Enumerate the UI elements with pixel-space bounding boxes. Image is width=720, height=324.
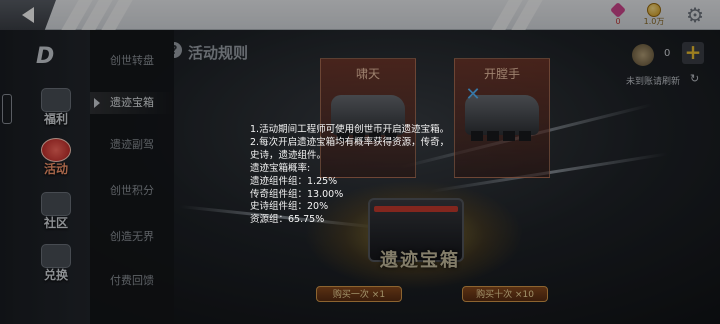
rules-text-popup[interactable]: 1.活动期间工程师可使用创世币开启遗迹宝箱。 2.每次开启遗迹宝箱均有概率获得资… [250, 124, 480, 230]
rules-line: 资源组：65.75% [250, 214, 325, 226]
rules-line: 史诗，遗迹组件。 [250, 149, 327, 161]
rules-line: 2.每次开启遗迹宝箱均有概率获得资源，传奇， [250, 136, 450, 148]
rules-line: 1.活动期间工程师可使用创世币开启遗迹宝箱。 [250, 124, 450, 135]
rules-line: 史诗组件组：20% [250, 201, 329, 213]
rules-line: 传奇组件组：13.00% [250, 188, 344, 200]
rules-line: 遗迹宝箱概率: [250, 162, 311, 174]
rules-line: 遗迹组件组：1.25% [250, 175, 338, 187]
